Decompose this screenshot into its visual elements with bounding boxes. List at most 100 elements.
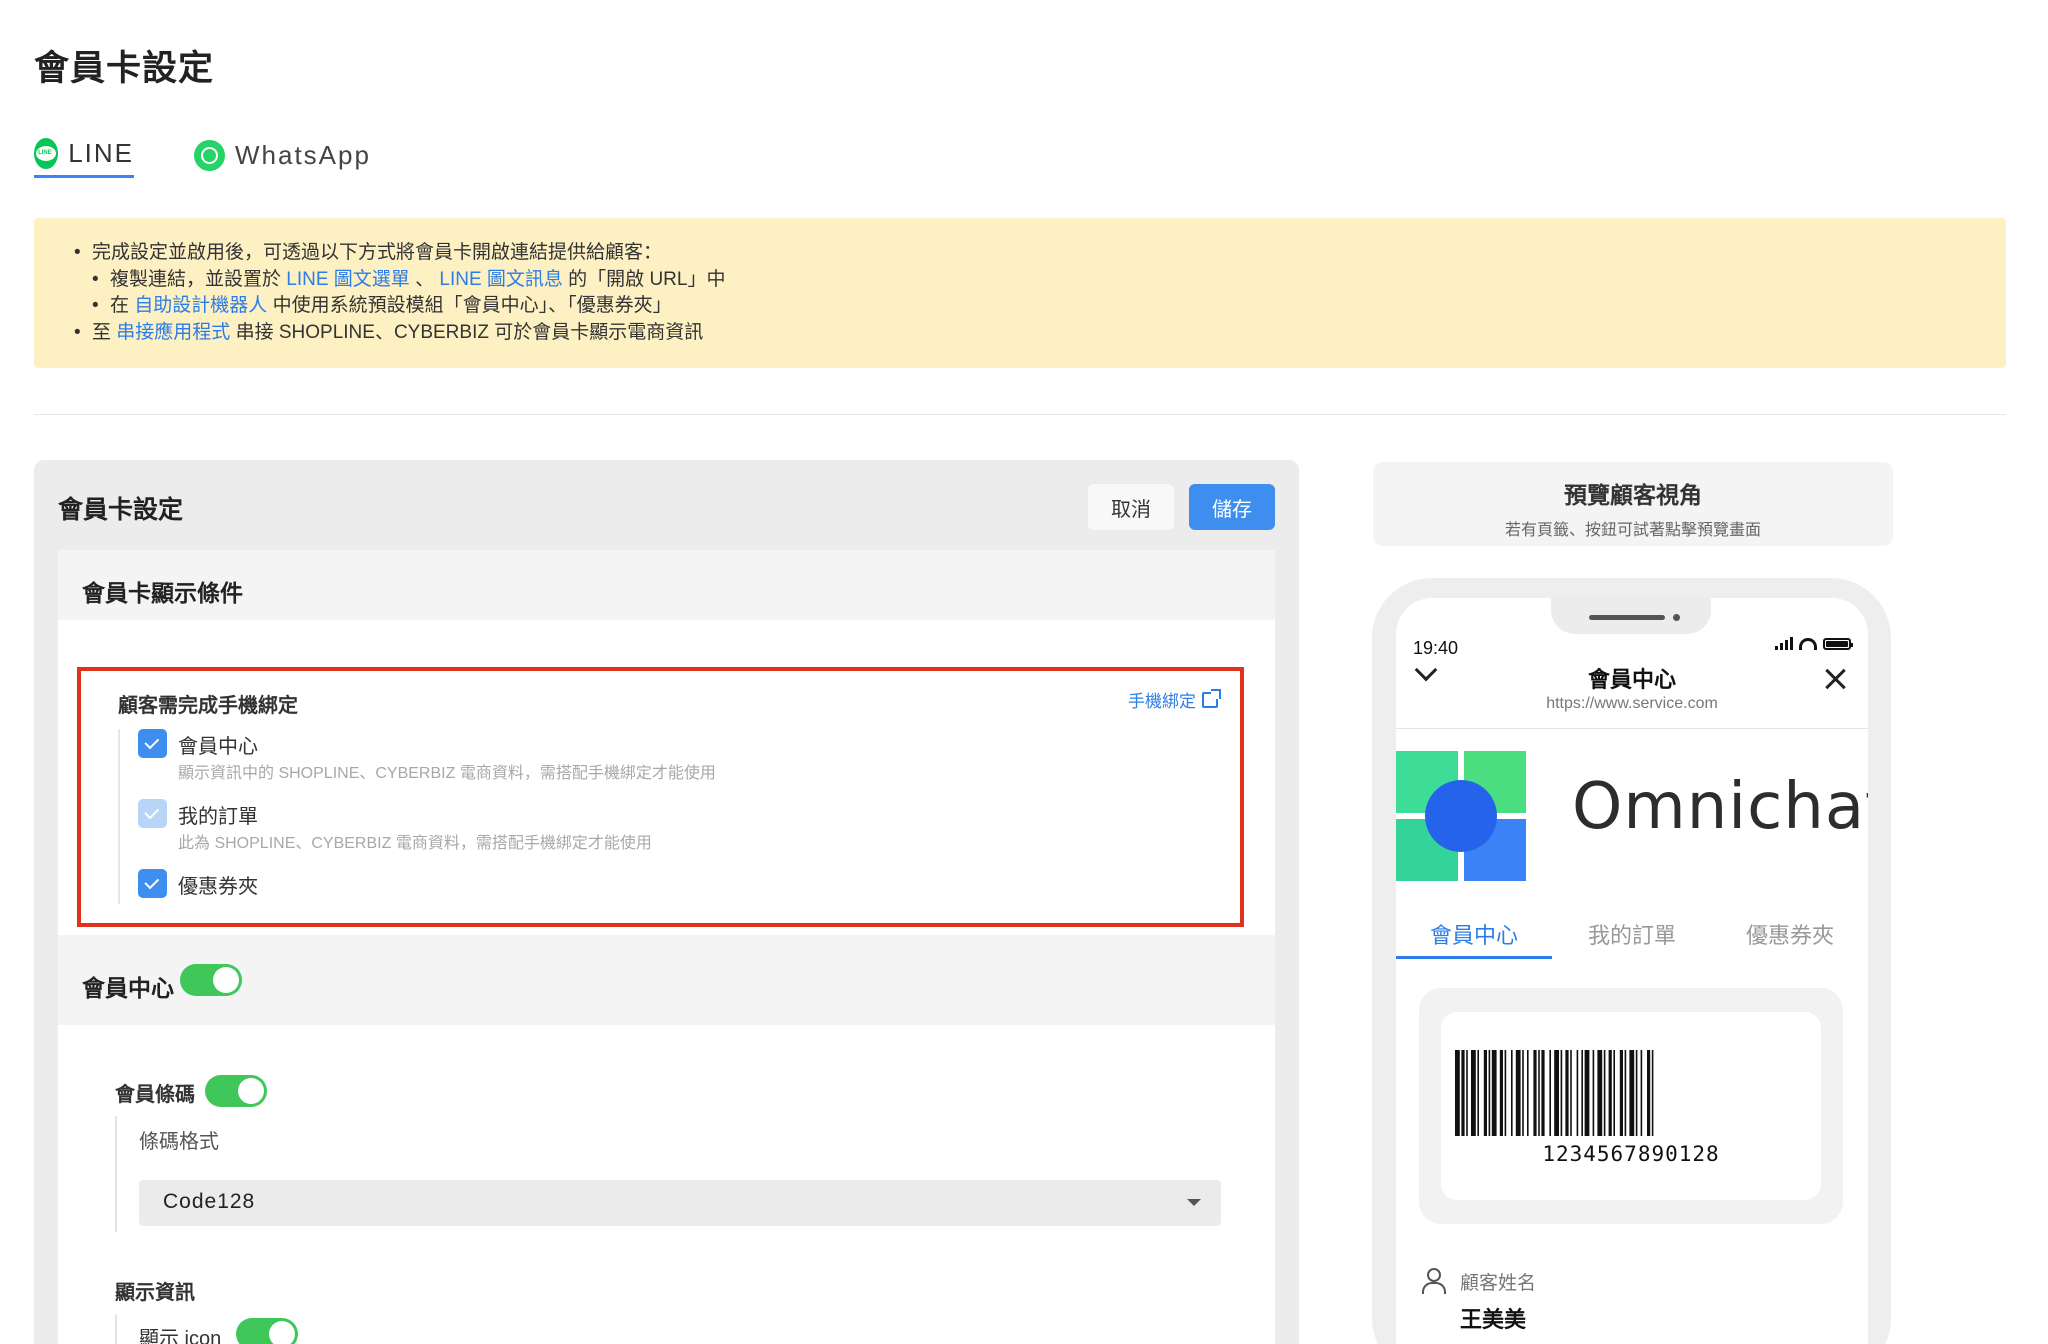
- active-tab-indicator: [1396, 956, 1552, 959]
- caret-down-icon: [1187, 1199, 1201, 1206]
- integrations-link[interactable]: 串接應用程式: [116, 322, 230, 343]
- barcode-bar: [1560, 1050, 1563, 1136]
- barcode-bar: [1608, 1050, 1612, 1136]
- member-barcode-label: 會員條碼: [115, 1084, 195, 1106]
- cancel-button[interactable]: 取消: [1088, 484, 1174, 530]
- checkbox-description: 顯示資訊中的 SHOPLINE、CYBERBIZ 電商資料，需搭配手機綁定才能使…: [178, 765, 716, 782]
- notice-text: 、: [409, 268, 440, 290]
- barcode-bar: [1647, 1050, 1651, 1136]
- checkbox-label: 我的訂單: [178, 806, 258, 828]
- webview-title: 會員中心: [1587, 667, 1676, 692]
- notice-text: 串接 SHOPLINE、CYBERBIZ 可於會員卡顯示電商資訊: [230, 321, 704, 343]
- checkbox-member-center[interactable]: [138, 729, 167, 758]
- barcode-bar: [1483, 1050, 1487, 1136]
- settings-panel: 會員卡設定 取消 儲存 會員卡顯示條件 顧客需完成手機綁定 手機綁定 會員中心 …: [34, 460, 1299, 1344]
- notice-line: • 在 自助設計機器人 中使用系統預設模組「會員中心」、「優惠券夾」: [92, 295, 672, 316]
- mobile-tab-coupons[interactable]: 優惠券夾: [1712, 918, 1868, 950]
- mobile-tab-my-orders[interactable]: 我的訂單: [1554, 918, 1710, 950]
- show-icon-label: 顯示 icon: [139, 1328, 222, 1344]
- omnichat-logo-icon: [1396, 751, 1526, 881]
- line-richmessage-link[interactable]: LINE 圖文訊息: [439, 269, 563, 290]
- notice-line: • 至 串接應用程式 串接 SHOPLINE、CYBERBIZ 可於會員卡顯示電商…: [74, 321, 704, 343]
- tab-whatsapp-label: WhatsApp: [235, 139, 371, 170]
- barcode-bar: [1522, 1050, 1524, 1136]
- tab-line[interactable]: LINE: [34, 132, 134, 178]
- settings-card: 會員卡顯示條件 顧客需完成手機綁定 手機綁定 會員中心 顯示資訊中的 SHOPL…: [58, 550, 1275, 1344]
- phone-binding-link-label: 手機綁定: [1128, 692, 1196, 711]
- barcode-bar: [1597, 1050, 1603, 1136]
- barcode-bar: [1565, 1050, 1569, 1136]
- divider: [34, 414, 2006, 415]
- indent-guide: [115, 1314, 117, 1344]
- barcode-bar: [1576, 1050, 1579, 1136]
- customer-name-value: 王美美: [1460, 1307, 1527, 1332]
- checkbox-description: 此為 SHOPLINE、CYBERBIZ 電商資料，需搭配手機綁定才能使用: [178, 835, 652, 852]
- barcode-bar: [1515, 1050, 1521, 1136]
- barcode-number: 1234567890128: [1542, 1142, 1720, 1166]
- barcode-format-select[interactable]: Code128: [139, 1180, 1221, 1226]
- barcode-graphic: [1455, 1050, 1654, 1136]
- phone-mockup: 19:40 會員中心 https://www.service.com Omnic…: [1372, 578, 1891, 1344]
- divider: [1396, 728, 1868, 729]
- barcode-bar: [1640, 1050, 1643, 1136]
- line-richmenu-link[interactable]: LINE 圖文選單: [286, 269, 410, 290]
- member-barcode-toggle[interactable]: [205, 1075, 267, 1107]
- barcode-bar: [1504, 1050, 1507, 1136]
- phone-binding-link[interactable]: 手機綁定: [1128, 687, 1221, 712]
- barcode-bar: [1619, 1050, 1623, 1136]
- barcode-section: 1234567890128: [1419, 988, 1843, 1224]
- settings-title: 會員卡設定: [58, 496, 184, 524]
- barcode-bar: [1527, 1050, 1529, 1136]
- notice-text: 在: [110, 295, 135, 316]
- barcode-bar: [1651, 1050, 1654, 1136]
- tab-whatsapp[interactable]: WhatsApp: [194, 132, 371, 178]
- barcode-bar: [1570, 1050, 1572, 1136]
- person-icon: [1421, 1268, 1446, 1294]
- barcode-bar: [1603, 1050, 1606, 1136]
- barcode-bar: [1613, 1050, 1615, 1136]
- preview-header: 預覽顧客視角 若有頁籤、按鈕可試著點擊預覽畫面: [1373, 462, 1893, 546]
- barcode-bar: [1584, 1050, 1590, 1136]
- notice-line: • 完成設定並啟用後，可透過以下方式將會員卡開啟連結提供給顧客：: [74, 242, 663, 263]
- preview-subtitle: 若有頁籤、按鈕可試著點擊預覽畫面: [1504, 522, 1761, 539]
- save-button[interactable]: 儲存: [1189, 484, 1275, 530]
- close-icon[interactable]: [1824, 668, 1846, 690]
- display-conditions-title: 會員卡顯示條件: [82, 580, 243, 606]
- preview-title: 預覽顧客視角: [1564, 482, 1702, 508]
- phone-binding-box: 顧客需完成手機綁定 手機綁定 會員中心 顯示資訊中的 SHOPLINE、CYBE…: [77, 667, 1244, 927]
- barcode-bar: [1471, 1050, 1476, 1136]
- display-conditions-header: 會員卡顯示條件: [58, 550, 1275, 620]
- checkbox-label: 會員中心: [178, 736, 258, 758]
- whatsapp-icon: [194, 139, 225, 171]
- barcode-bar: [1549, 1050, 1551, 1136]
- barcode-bar: [1491, 1050, 1497, 1136]
- barcode-bar: [1466, 1050, 1468, 1136]
- status-icons: [1775, 636, 1853, 650]
- battery-icon: [1823, 638, 1853, 650]
- tab-line-label: LINE: [68, 138, 134, 168]
- chatbot-builder-link[interactable]: 自助設計機器人: [134, 295, 267, 316]
- barcode-bar: [1477, 1050, 1479, 1136]
- webview-url: https://www.service.com: [1546, 695, 1718, 712]
- barcode-bar: [1533, 1050, 1537, 1136]
- barcode-bar: [1461, 1050, 1465, 1136]
- checkbox-coupons[interactable]: [138, 869, 167, 898]
- barcode-bar: [1541, 1050, 1545, 1136]
- barcode-bar: [1624, 1050, 1627, 1136]
- mobile-tab-member-center[interactable]: 會員中心: [1396, 918, 1552, 950]
- barcode-bar: [1499, 1050, 1503, 1136]
- barcode-bar: [1592, 1050, 1595, 1136]
- indent-guide: [115, 1116, 117, 1232]
- notice-text: 中使用系統預設模組「會員中心」、「優惠券夾」: [267, 295, 672, 316]
- barcode-format-value: Code128: [163, 1190, 256, 1213]
- barcode-bar: [1511, 1050, 1513, 1136]
- member-center-toggle[interactable]: [180, 964, 242, 996]
- indent-guide: [118, 729, 120, 904]
- show-icon-toggle[interactable]: [236, 1318, 298, 1344]
- member-center-header: 會員中心: [58, 935, 1275, 1025]
- notice-text: 至: [92, 321, 117, 343]
- barcode-bar: [1488, 1050, 1491, 1136]
- barcode-bar: [1554, 1050, 1559, 1136]
- brand-wordmark: Omnichat: [1572, 770, 1868, 844]
- wifi-icon: [1799, 638, 1817, 650]
